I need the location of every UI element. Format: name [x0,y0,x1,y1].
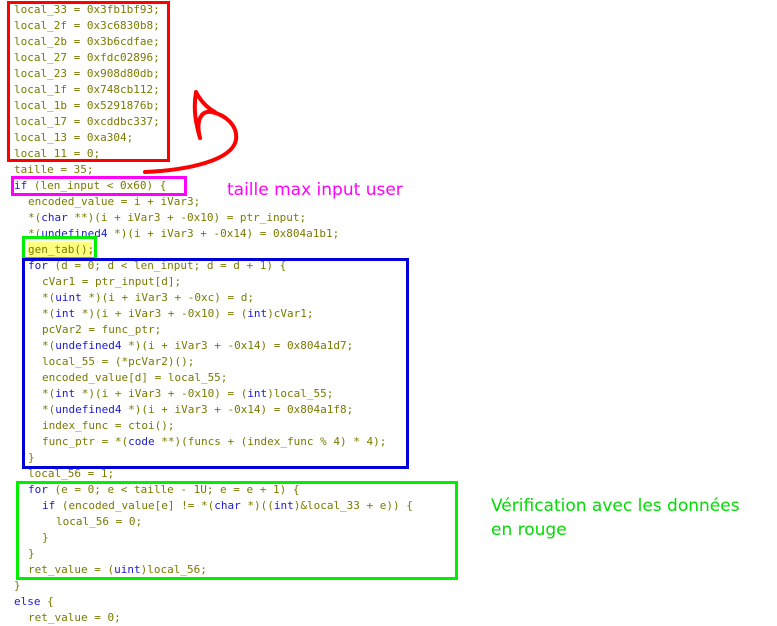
green-highlight-box-gen-tab [22,236,97,260]
verification-annotation-line1: Vérification avec les données [491,496,740,516]
code-line-ret-value-zero: ret_value = 0; [28,611,121,624]
verification-annotation-line2: en rouge [491,520,567,540]
code-line-else: else { [14,595,54,608]
max-input-annotation: taille max input user [227,180,403,200]
red-highlight-box [7,1,170,162]
code-line-ptr-input-store: *(char **)(i + iVar3 + -0x10) = ptr_inpu… [28,211,307,224]
magenta-highlight-box [11,176,187,196]
blue-highlight-box [22,258,409,469]
green-highlight-box-verification [16,481,458,580]
code-line-close-if-outer: } [14,579,21,592]
code-line-encoded-value: encoded_value = i + iVar3; [28,195,201,208]
